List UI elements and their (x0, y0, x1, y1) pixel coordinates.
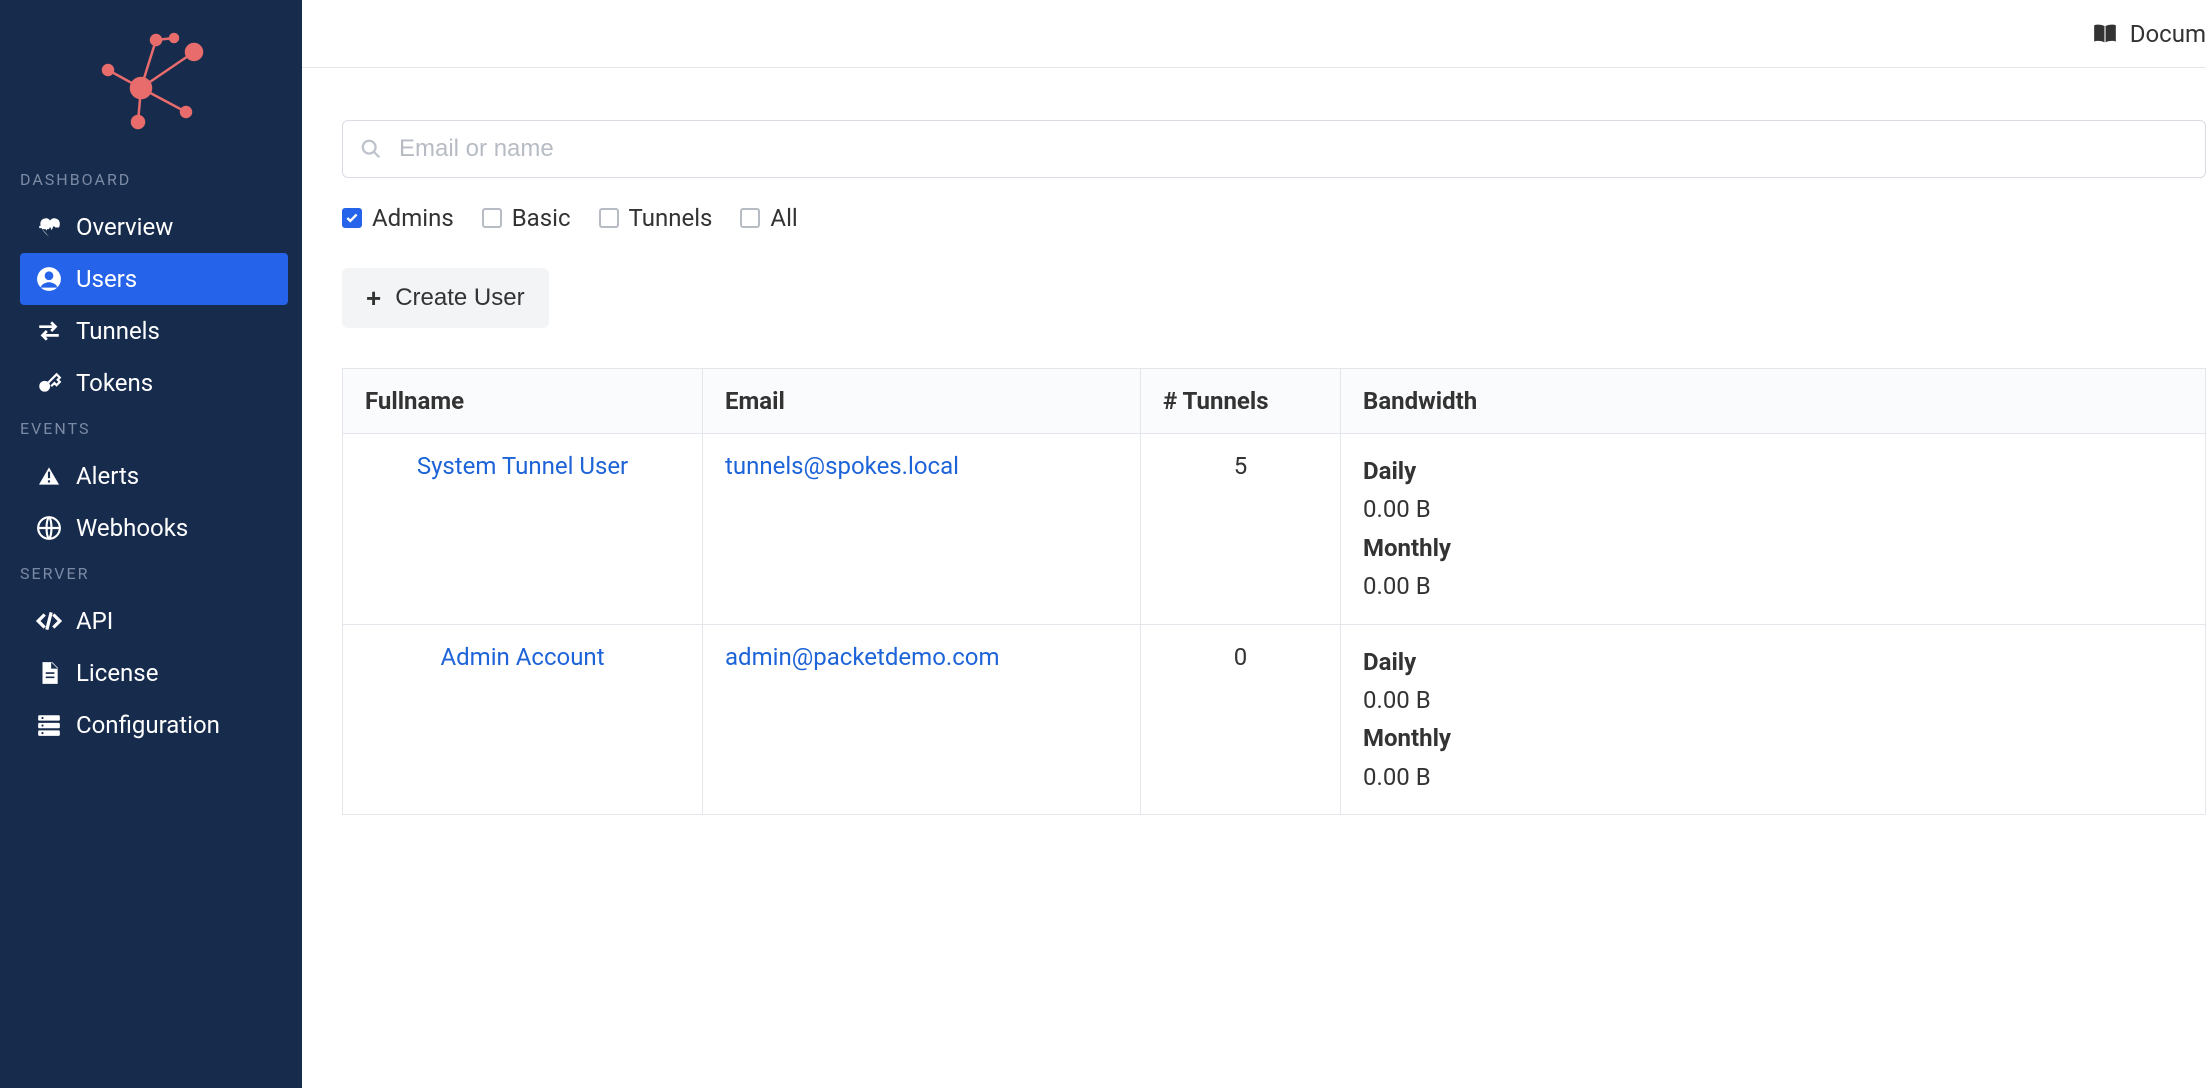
sidebar-item-users[interactable]: Users (20, 253, 288, 305)
section-title-dashboard: DASHBOARD (0, 160, 302, 201)
user-circle-icon (36, 266, 62, 292)
user-email-link[interactable]: tunnels@spokes.local (725, 452, 959, 480)
exchange-icon (36, 318, 62, 344)
cell-email: admin@packetdemo.com (703, 624, 1141, 815)
sidebar-item-api[interactable]: API (0, 595, 302, 647)
server-icon (36, 712, 62, 738)
logo (0, 20, 302, 160)
filter-basic[interactable]: Basic (482, 204, 571, 232)
heartbeat-icon (36, 214, 62, 240)
table-row: Admin Account admin@packetdemo.com 0 Dai… (343, 624, 2206, 815)
plus-icon: + (366, 285, 381, 311)
topbar: Docum (302, 0, 2206, 68)
file-icon (36, 660, 62, 686)
bandwidth-daily-label: Daily (1363, 452, 2183, 490)
code-icon (36, 608, 62, 634)
sidebar-item-tunnels[interactable]: Tunnels (0, 305, 302, 357)
sidebar: DASHBOARD Overview Users Tunnels Tokens (0, 0, 302, 1088)
checkbox-icon (599, 208, 619, 228)
section-title-server: SERVER (0, 554, 302, 595)
bandwidth-daily-value: 0.00 B (1363, 681, 2183, 719)
user-fullname-link[interactable]: System Tunnel User (417, 452, 628, 480)
filter-label: Tunnels (629, 204, 713, 232)
documentation-label: Docum (2130, 20, 2206, 48)
filter-admins[interactable]: Admins (342, 204, 454, 232)
bandwidth-daily-value: 0.00 B (1363, 490, 2183, 528)
col-bandwidth: Bandwidth (1341, 369, 2206, 434)
filter-label: All (770, 204, 797, 232)
bandwidth-monthly-label: Monthly (1363, 529, 2183, 567)
cell-bandwidth: Daily 0.00 B Monthly 0.00 B (1341, 434, 2206, 625)
sidebar-item-webhooks[interactable]: Webhooks (0, 502, 302, 554)
cell-tunnels: 5 (1141, 434, 1341, 625)
checkbox-icon (342, 208, 362, 228)
section-title-events: EVENTS (0, 409, 302, 450)
col-fullname: Fullname (343, 369, 703, 434)
key-icon (36, 370, 62, 396)
sidebar-item-alerts[interactable]: Alerts (0, 450, 302, 502)
cell-fullname: System Tunnel User (343, 434, 703, 625)
main-content: Docum Admins Basic (302, 0, 2206, 1088)
filter-tunnels[interactable]: Tunnels (599, 204, 713, 232)
documentation-link[interactable]: Docum (2092, 20, 2206, 48)
bandwidth-daily-label: Daily (1363, 643, 2183, 681)
filter-label: Basic (512, 204, 571, 232)
create-user-label: Create User (395, 284, 524, 312)
table-header-row: Fullname Email # Tunnels Bandwidth (343, 369, 2206, 434)
sidebar-item-label: Alerts (76, 462, 139, 490)
sidebar-item-tokens[interactable]: Tokens (0, 357, 302, 409)
network-logo-icon (96, 30, 206, 130)
sidebar-item-configuration[interactable]: Configuration (0, 699, 302, 751)
checkbox-icon (740, 208, 760, 228)
cell-tunnels: 0 (1141, 624, 1341, 815)
bandwidth-monthly-label: Monthly (1363, 719, 2183, 757)
sidebar-item-label: Tunnels (76, 317, 160, 345)
search-input[interactable] (342, 120, 2206, 178)
sidebar-item-overview[interactable]: Overview (0, 201, 302, 253)
filter-label: Admins (372, 204, 454, 232)
cell-email: tunnels@spokes.local (703, 434, 1141, 625)
sidebar-item-license[interactable]: License (0, 647, 302, 699)
sidebar-item-label: API (76, 607, 113, 635)
create-user-button[interactable]: + Create User (342, 268, 549, 328)
filter-all[interactable]: All (740, 204, 797, 232)
col-tunnels: # Tunnels (1141, 369, 1341, 434)
cell-bandwidth: Daily 0.00 B Monthly 0.00 B (1341, 624, 2206, 815)
checkbox-icon (482, 208, 502, 228)
user-email-link[interactable]: admin@packetdemo.com (725, 643, 1000, 671)
bandwidth-monthly-value: 0.00 B (1363, 758, 2183, 796)
search-icon (360, 138, 382, 160)
book-icon (2092, 21, 2118, 47)
cell-fullname: Admin Account (343, 624, 703, 815)
user-fullname-link[interactable]: Admin Account (440, 643, 604, 671)
sidebar-item-label: Users (76, 265, 137, 293)
sidebar-item-label: Configuration (76, 711, 220, 739)
bandwidth-monthly-value: 0.00 B (1363, 567, 2183, 605)
warning-icon (36, 463, 62, 489)
sidebar-item-label: Webhooks (76, 514, 188, 542)
filters: Admins Basic Tunnels All (342, 204, 2206, 232)
sidebar-item-label: License (76, 659, 158, 687)
col-email: Email (703, 369, 1141, 434)
search-wrap (342, 120, 2206, 178)
users-table: Fullname Email # Tunnels Bandwidth Syste… (342, 368, 2206, 815)
table-row: System Tunnel User tunnels@spokes.local … (343, 434, 2206, 625)
globe-icon (36, 515, 62, 541)
sidebar-item-label: Tokens (76, 369, 153, 397)
sidebar-item-label: Overview (76, 213, 173, 241)
